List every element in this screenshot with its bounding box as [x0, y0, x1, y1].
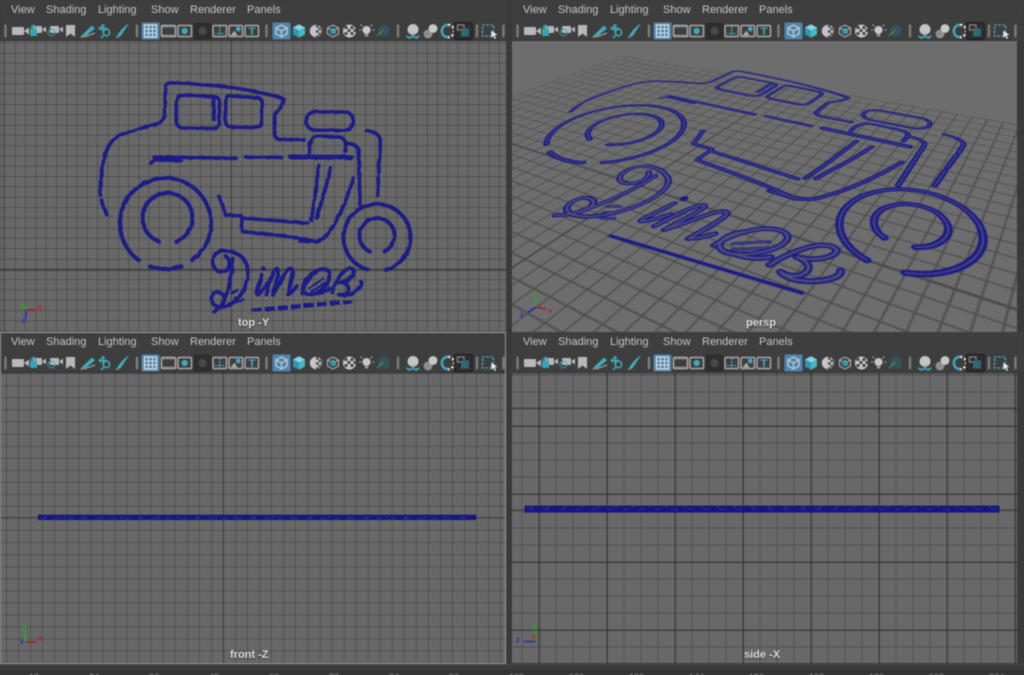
svg-text:x: x [548, 306, 553, 315]
svg-text:x: x [38, 303, 43, 312]
svg-text:z: z [22, 316, 26, 325]
svg-text:z: z [520, 310, 524, 319]
svg-text:y: y [22, 622, 27, 631]
svg-text:y: y [533, 622, 538, 631]
svg-text:x: x [38, 634, 43, 643]
svg-text:y: y [21, 301, 26, 310]
svg-text:y: y [533, 288, 538, 297]
svg-text:x: x [532, 632, 537, 641]
svg-text:z: z [20, 637, 24, 646]
svg-text:z: z [516, 635, 520, 644]
